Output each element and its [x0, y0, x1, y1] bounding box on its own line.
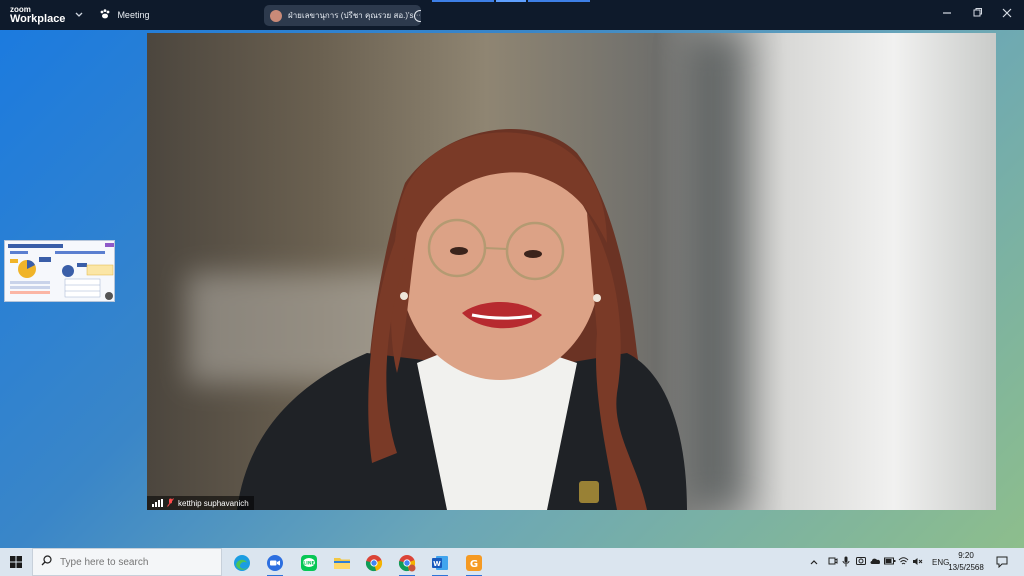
microphone-icon[interactable]: [842, 556, 856, 569]
camera-icon[interactable]: [856, 556, 870, 568]
share-indicator-bar: [528, 0, 590, 2]
word-icon[interactable]: W: [429, 552, 451, 576]
taskbar-search-box[interactable]: [32, 548, 222, 576]
search-input[interactable]: [60, 556, 200, 568]
chevron-up-icon[interactable]: [810, 558, 824, 567]
system-tray: ENG: [810, 548, 949, 576]
more-icon[interactable]: ···: [413, 9, 421, 22]
restore-icon[interactable]: [973, 7, 983, 22]
brand-workplace-text: Workplace: [10, 12, 66, 25]
svg-text:G: G: [470, 559, 478, 570]
active-speaker-video[interactable]: ketthip suphavanich: [147, 33, 996, 510]
minimize-icon[interactable]: [942, 7, 952, 22]
mic-muted-icon: [167, 497, 174, 509]
app-g-icon[interactable]: G: [463, 552, 485, 576]
notification-icon[interactable]: [996, 555, 1008, 573]
share-indicator-bar: [496, 0, 526, 2]
volume-muted-icon[interactable]: [912, 557, 926, 568]
participant-name-tag: ketthip suphavanich: [147, 496, 254, 510]
wifi-icon[interactable]: [898, 556, 912, 568]
battery-icon[interactable]: [884, 557, 898, 567]
chrome-profile-icon[interactable]: [396, 552, 418, 576]
edge-icon[interactable]: [231, 552, 253, 574]
clock-time: 9:20: [958, 551, 974, 560]
file-explorer-icon[interactable]: [331, 552, 353, 574]
participant-image: [237, 129, 687, 510]
share-indicator-bar: [432, 0, 494, 2]
zoom-workplace-logo[interactable]: zoom Workplace: [10, 5, 66, 25]
taskbar-clock[interactable]: 9:20 13/5/2568: [944, 550, 988, 574]
share-label: ฝ่ายเลขานุการ (ปรีชา คุณรวย สอ.)'s: [288, 11, 414, 20]
svg-text:LINE: LINE: [303, 561, 314, 567]
meet-now-icon[interactable]: [828, 556, 842, 568]
paw-icon: [99, 8, 111, 23]
search-icon: [41, 553, 52, 571]
participant-avatar: [270, 9, 282, 22]
title-bar: zoom Workplace Meeting: [0, 0, 1024, 30]
line-icon[interactable]: LINE: [298, 552, 320, 574]
chrome-icon[interactable]: [363, 552, 385, 574]
shared-screen-thumbnail[interactable]: [4, 240, 115, 302]
clock-date: 13/5/2568: [948, 563, 984, 572]
meeting-tab-label[interactable]: Meeting: [117, 10, 149, 20]
windows-start-icon[interactable]: [0, 548, 32, 576]
participant-name: ketthip suphavanich: [178, 498, 249, 508]
onedrive-icon[interactable]: [870, 557, 884, 568]
close-icon[interactable]: [1002, 7, 1012, 22]
shared-slide-preview: [5, 241, 114, 301]
screen-share-pill[interactable]: ฝ่ายเลขานุการ (ปรีชา คุณรวย สอ.)'s ···: [264, 5, 421, 26]
signal-strength-icon: [152, 499, 163, 507]
chevron-down-icon[interactable]: [75, 10, 83, 21]
svg-text:W: W: [433, 560, 441, 568]
zoom-icon[interactable]: [264, 552, 286, 576]
